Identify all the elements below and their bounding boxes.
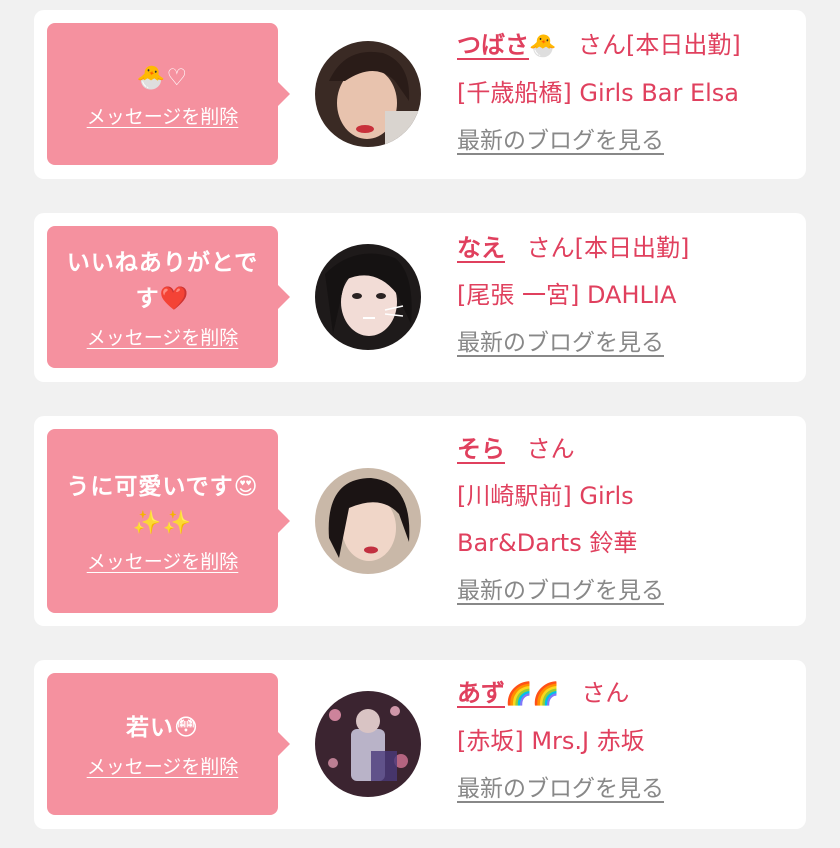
message-bubble: うに可愛いです😍✨✨ メッセージを削除 <box>47 429 290 613</box>
latest-blog-link[interactable]: 最新のブログを見る <box>457 118 664 165</box>
user-info: あず🌈🌈 さん [赤坂] Mrs.J 赤坂 最新のブログを見る <box>457 670 796 813</box>
user-name-link[interactable]: なえ <box>457 234 505 262</box>
user-name-link[interactable]: あず🌈🌈 <box>457 679 560 707</box>
shop-name: [川崎駅前] Girls Bar&Darts 鈴華 <box>457 482 638 557</box>
honorific: さん <box>526 234 575 262</box>
message-bubble: いいねありがとです❤️ メッセージを削除 <box>47 226 290 368</box>
message-card: 若い😳 メッセージを削除 あず🌈🌈 さん [赤坂] Mrs.J 赤坂 最新のブロ… <box>34 660 806 829</box>
message-card: 🐣♡ メッセージを削除 つばさ🐣 さん[本日出勤] [千歳船橋] Girls B… <box>34 10 806 179</box>
avatar[interactable] <box>315 244 421 350</box>
honorific: さん <box>526 435 575 463</box>
honorific: さん <box>578 31 627 59</box>
user-name-link[interactable]: そら <box>457 435 505 463</box>
avatar[interactable] <box>315 468 421 574</box>
honorific: さん <box>581 679 630 707</box>
rainbow-icon: 🌈🌈 <box>505 682 560 707</box>
user-info: なえ さん[本日出勤] [尾張 一宮] DAHLIA 最新のブログを見る <box>457 225 796 367</box>
delete-message-link[interactable]: メッセージを削除 <box>87 547 239 574</box>
message-text: うに可愛いです😍✨✨ <box>66 473 259 536</box>
latest-blog-link[interactable]: 最新のブログを見る <box>457 568 664 615</box>
message-text: いいねありがとです❤️ <box>66 249 259 312</box>
delete-message-link[interactable]: メッセージを削除 <box>87 752 239 779</box>
delete-message-link[interactable]: メッセージを削除 <box>87 102 239 129</box>
work-status: [本日出勤] <box>626 31 741 59</box>
latest-blog-link[interactable]: 最新のブログを見る <box>457 766 664 813</box>
message-bubble: 若い😳 メッセージを削除 <box>47 673 290 815</box>
chick-icon: 🐣 <box>529 34 557 59</box>
delete-message-link[interactable]: メッセージを削除 <box>87 323 239 350</box>
message-text: 若い😳 <box>126 714 199 741</box>
user-name-link[interactable]: つばさ🐣 <box>457 31 556 59</box>
shop-name: [千歳船橋] Girls Bar Elsa <box>457 79 739 107</box>
shop-name: [尾張 一宮] DAHLIA <box>457 281 677 309</box>
message-card: いいねありがとです❤️ メッセージを削除 なえ さん[本日出勤] [尾張 一宮]… <box>34 213 806 382</box>
message-text: 🐣♡ <box>136 64 189 91</box>
avatar[interactable] <box>315 691 421 797</box>
latest-blog-link[interactable]: 最新のブログを見る <box>457 320 664 367</box>
shop-name: [赤坂] Mrs.J 赤坂 <box>457 727 645 755</box>
work-status: [本日出勤] <box>574 234 690 262</box>
user-info: つばさ🐣 さん[本日出勤] [千歳船橋] Girls Bar Elsa 最新のブ… <box>457 22 796 165</box>
avatar[interactable] <box>315 41 421 147</box>
user-info: そら さん [川崎駅前] Girls Bar&Darts 鈴華 最新のブログを見… <box>457 426 796 615</box>
message-bubble: 🐣♡ メッセージを削除 <box>47 23 290 165</box>
message-card: うに可愛いです😍✨✨ メッセージを削除 そら さん [川崎駅前] Girls B… <box>34 416 806 626</box>
